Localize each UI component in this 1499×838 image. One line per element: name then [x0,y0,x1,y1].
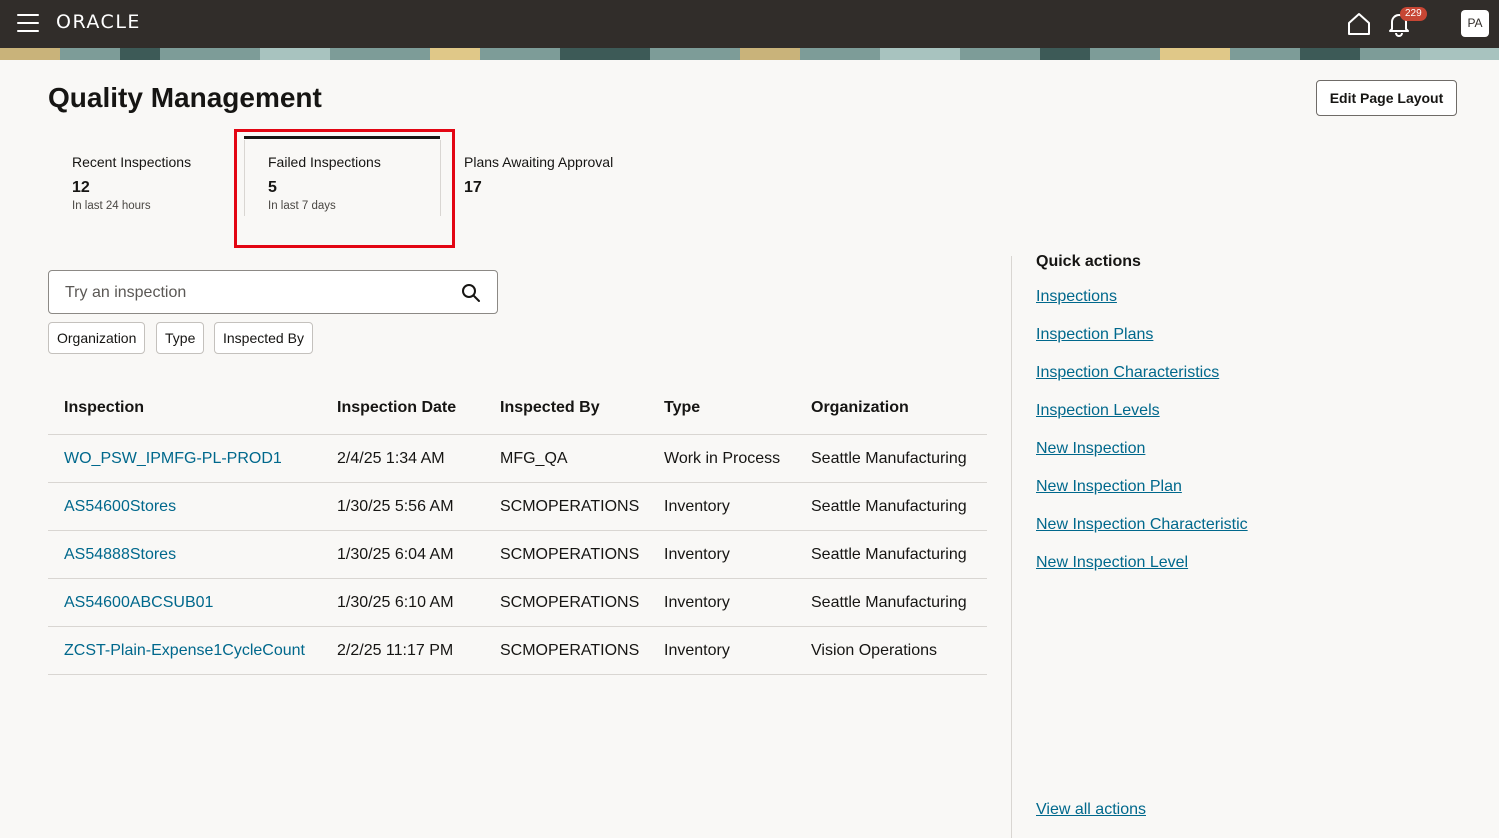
inspection-type: Inventory [664,498,730,515]
edit-page-layout-button[interactable]: Edit Page Layout [1316,80,1457,116]
avatar[interactable]: PA [1461,10,1489,37]
oracle-logo[interactable]: ORACLE [56,11,141,33]
organization: Seattle Manufacturing [811,546,967,563]
table-row[interactable]: AS54888Stores 1/30/25 6:04 AM SCMOPERATI… [48,531,987,579]
decorative-banner [0,48,1499,60]
quick-action-new-inspection-characteristic[interactable]: New Inspection Characteristic [1036,516,1248,534]
column-header[interactable]: Inspection Date [337,385,456,431]
inspection-type: Work in Process [664,450,781,467]
quick-action-new-inspection-plan[interactable]: New Inspection Plan [1036,478,1182,496]
metric-label: Recent Inspections [72,154,192,170]
search-box [48,270,498,314]
inspection-date: 1/30/25 6:10 AM [337,594,454,611]
highlight-box [234,129,455,248]
quick-action-inspection-levels[interactable]: Inspection Levels [1036,402,1160,420]
organization: Seattle Manufacturing [811,594,967,611]
filter-chip-organization[interactable]: Organization [48,322,146,354]
inspection-link[interactable]: ZCST-Plain-Expense1CycleCount [64,627,305,675]
table-row[interactable]: AS54600Stores 1/30/25 5:56 AM SCMOPERATI… [48,483,987,531]
table-row[interactable]: WO_PSW_IPMFG-PL-PROD1 2/4/25 1:34 AM MFG… [48,435,987,483]
metric-value: 17 [464,179,482,196]
inspection-link[interactable]: AS54600ABCSUB01 [64,579,213,627]
inspected-by: MFG_QA [500,450,568,467]
inspection-date: 2/4/25 1:34 AM [337,450,445,467]
column-header[interactable]: Organization [811,385,909,431]
home-icon[interactable] [1346,11,1372,37]
inspection-link[interactable]: AS54600Stores [64,483,176,531]
inspection-type: Inventory [664,594,730,611]
quick-action-new-inspection-level[interactable]: New Inspection Level [1036,554,1188,572]
inspection-date: 2/2/25 11:17 PM [337,642,454,659]
metric-recent-inspections[interactable]: Recent Inspections 12 In last 24 hours [72,136,232,216]
quick-actions-divider [1011,256,1012,838]
metric-value: 12 [72,179,90,196]
table-header-row: Inspection Inspection Date Inspected By … [48,385,987,435]
inspected-by: SCMOPERATIONS [500,594,640,611]
page-title: Quality Management [48,82,322,113]
metric-label: Plans Awaiting Approval [464,154,614,170]
search-input[interactable] [65,282,445,304]
inspection-date: 1/30/25 6:04 AM [337,546,454,563]
filter-chip-type[interactable]: Type [156,322,205,354]
organization: Seattle Manufacturing [811,498,967,515]
inspection-type: Inventory [664,642,730,659]
inspection-type: Inventory [664,546,730,563]
metric-plans-awaiting-approval[interactable]: Plans Awaiting Approval 17 [464,136,634,216]
organization: Vision Operations [811,642,937,659]
filter-chip-inspected-by[interactable]: Inspected By [214,322,313,354]
quick-action-inspection-plans[interactable]: Inspection Plans [1036,326,1153,344]
quick-action-inspections[interactable]: Inspections [1036,288,1117,306]
column-header[interactable]: Inspection [64,385,144,431]
top-bar: ORACLE 229 PA [0,0,1499,48]
column-header[interactable]: Inspected By [500,385,600,431]
column-header[interactable]: Type [664,385,700,431]
inspection-date: 1/30/25 5:56 AM [337,498,454,515]
view-all-actions-link[interactable]: View all actions [1036,801,1146,819]
metric-subtext: In last 24 hours [72,200,151,212]
quick-action-new-inspection[interactable]: New Inspection [1036,440,1145,458]
organization: Seattle Manufacturing [811,450,967,467]
inspected-by: SCMOPERATIONS [500,546,640,563]
notification-badge: 229 [1400,7,1427,21]
inspected-by: SCMOPERATIONS [500,642,640,659]
table-row[interactable]: AS54600ABCSUB01 1/30/25 6:10 AM SCMOPERA… [48,579,987,627]
search-icon[interactable] [461,283,481,303]
inspection-link[interactable]: WO_PSW_IPMFG-PL-PROD1 [64,435,282,483]
inspected-by: SCMOPERATIONS [500,498,640,515]
quick-actions-title: Quick actions [1036,253,1141,270]
inspections-table: Inspection Inspection Date Inspected By … [48,385,987,675]
inspection-link[interactable]: AS54888Stores [64,531,176,579]
table-row[interactable]: ZCST-Plain-Expense1CycleCount 2/2/25 11:… [48,627,987,675]
menu-icon[interactable] [17,14,39,34]
quick-action-inspection-characteristics[interactable]: Inspection Characteristics [1036,364,1219,382]
